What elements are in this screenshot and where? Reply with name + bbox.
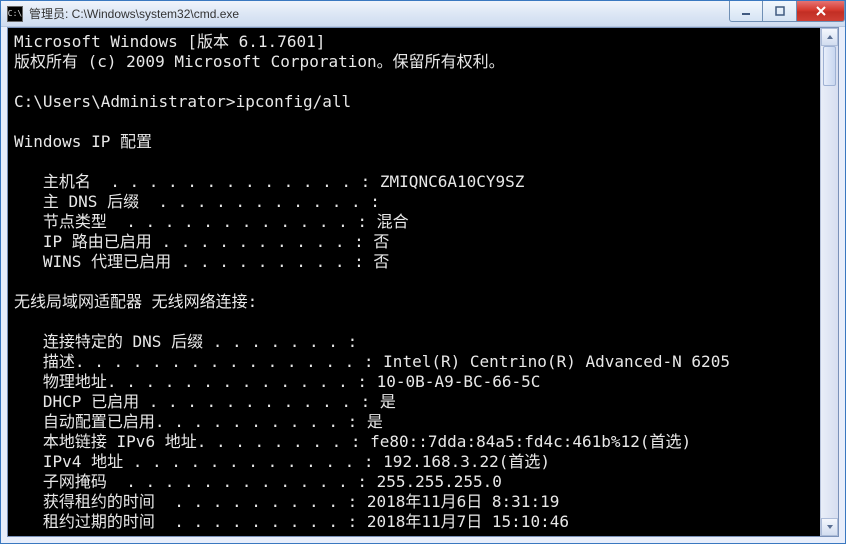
row-primary-dns-suffix: 主 DNS 后缀 . . . . . . . . . . . : <box>14 192 814 212</box>
value: 192.168.3.22(首选) <box>383 452 550 471</box>
value: 10-0B-A9-BC-66-5C <box>377 372 541 391</box>
value: 混合 <box>377 212 409 231</box>
row-ip-routing: IP 路由已启用 . . . . . . . . . . : 否 <box>14 232 814 252</box>
prompt: C:\Users\Administrator> <box>14 92 236 111</box>
value: 是 <box>380 392 396 411</box>
cmd-window: C:\ 管理员: C:\Windows\system32\cmd.exe Mic… <box>0 0 846 544</box>
label: 描述 <box>43 352 75 371</box>
row-wins-proxy: WINS 代理已启用 . . . . . . . . . : 否 <box>14 252 814 272</box>
label: 主 DNS 后缀 <box>43 192 139 211</box>
console-border: Microsoft Windows [版本 6.1.7601]版权所有 (c) … <box>7 27 839 537</box>
row-description: 描述. . . . . . . . . . . . . . . : Intel(… <box>14 352 814 372</box>
close-button[interactable] <box>797 1 845 22</box>
window-title: 管理员: C:\Windows\system32\cmd.exe <box>29 5 729 22</box>
section-adapter: 无线局域网适配器 无线网络连接: <box>14 292 814 312</box>
label: 子网掩码 <box>43 472 107 491</box>
value: ZMIQNC6A10CY9SZ <box>380 172 525 191</box>
label: IP 路由已启用 <box>43 232 152 251</box>
label: 主机名 <box>43 172 91 191</box>
value: 否 <box>373 252 389 271</box>
row-link-local-ipv6: 本地链接 IPv6 地址. . . . . . . . : fe80::7dda… <box>14 432 814 452</box>
console-output[interactable]: Microsoft Windows [版本 6.1.7601]版权所有 (c) … <box>8 28 820 536</box>
label: 连接特定的 DNS 后缀 <box>43 332 203 351</box>
blank-line <box>14 312 814 332</box>
client-area: Microsoft Windows [版本 6.1.7601]版权所有 (c) … <box>1 27 845 543</box>
blank-line <box>14 272 814 292</box>
vertical-scrollbar[interactable] <box>820 28 838 536</box>
cmd-icon: C:\ <box>7 6 23 22</box>
line-version: Microsoft Windows [版本 6.1.7601] <box>14 32 814 52</box>
value: 2018年11月7日 15:10:46 <box>367 512 569 531</box>
label: 自动配置已启用 <box>43 412 155 431</box>
label: WINS 代理已启用 <box>43 252 171 271</box>
row-lease-expires: 租约过期的时间 . . . . . . . . . : 2018年11月7日 1… <box>14 512 814 532</box>
row-subnet: 子网掩码 . . . . . . . . . . . . : 255.255.2… <box>14 472 814 492</box>
label: DHCP 已启用 <box>43 392 139 411</box>
section-ipconfig: Windows IP 配置 <box>14 132 814 152</box>
value: 否 <box>373 232 389 251</box>
label: 节点类型 <box>43 212 107 231</box>
titlebar[interactable]: C:\ 管理员: C:\Windows\system32\cmd.exe <box>1 1 845 27</box>
row-ipv4: IPv4 地址 . . . . . . . . . . . . : 192.16… <box>14 452 814 472</box>
blank-line <box>14 152 814 172</box>
scroll-thumb[interactable] <box>823 46 836 86</box>
value: 2018年11月6日 8:31:19 <box>367 492 560 511</box>
label: 获得租约的时间 <box>43 492 155 511</box>
command: ipconfig/all <box>236 92 352 111</box>
cmd-icon-label: C:\ <box>8 10 22 18</box>
maximize-button[interactable] <box>763 1 797 22</box>
line-copyright: 版权所有 (c) 2009 Microsoft Corporation。保留所有… <box>14 52 814 72</box>
row-lease-obtained: 获得租约的时间 . . . . . . . . . : 2018年11月6日 8… <box>14 492 814 512</box>
scroll-track[interactable] <box>821 46 838 518</box>
minimize-button[interactable] <box>729 1 763 22</box>
value: fe80::7dda:84a5:fd4c:461b%12(首选) <box>370 432 691 451</box>
scroll-up-button[interactable] <box>821 28 838 46</box>
label: 本地链接 IPv6 地址 <box>43 432 197 451</box>
row-dhcp-enabled: DHCP 已启用 . . . . . . . . . . . : 是 <box>14 392 814 412</box>
blank-line <box>14 72 814 92</box>
row-autoconfig: 自动配置已启用. . . . . . . . . . : 是 <box>14 412 814 432</box>
value: Intel(R) Centrino(R) Advanced-N 6205 <box>383 352 730 371</box>
row-conn-dns-suffix: 连接特定的 DNS 后缀 . . . . . . . : <box>14 332 814 352</box>
scroll-down-button[interactable] <box>821 518 838 536</box>
row-node-type: 节点类型 . . . . . . . . . . . . : 混合 <box>14 212 814 232</box>
row-hostname: 主机名 . . . . . . . . . . . . . : ZMIQNC6A… <box>14 172 814 192</box>
blank-line <box>14 112 814 132</box>
window-buttons <box>729 1 845 26</box>
label: IPv4 地址 <box>43 452 123 471</box>
label: 物理地址 <box>43 372 107 391</box>
value: 255.255.255.0 <box>377 472 502 491</box>
prompt-line: C:\Users\Administrator>ipconfig/all <box>14 92 814 112</box>
value: 是 <box>367 412 383 431</box>
label: 租约过期的时间 <box>43 512 155 531</box>
row-physical-addr: 物理地址. . . . . . . . . . . . . : 10-0B-A9… <box>14 372 814 392</box>
